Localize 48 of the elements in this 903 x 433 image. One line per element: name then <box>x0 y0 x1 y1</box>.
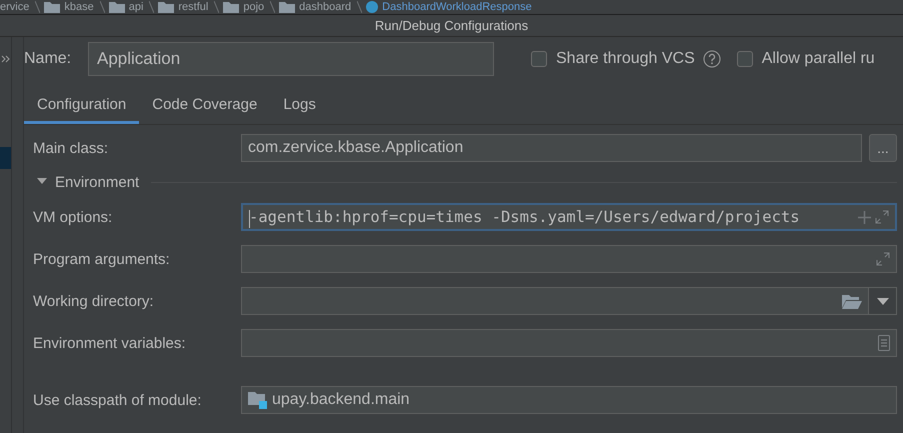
breadcrumb-item[interactable]: DashboardWorkloadResponse <box>382 1 532 13</box>
checkbox-label[interactable]: Share through VCS <box>556 50 695 68</box>
add-icon[interactable] <box>858 210 871 224</box>
separator-icon <box>100 1 105 13</box>
window-title: Run/Debug Configurations <box>374 18 528 33</box>
checkbox[interactable] <box>531 51 547 67</box>
environment-variables-field[interactable] <box>241 329 897 357</box>
breadcrumb-item[interactable]: kbase <box>64 1 94 13</box>
separator-icon <box>35 1 40 13</box>
browse-button[interactable]: ... <box>869 134 897 162</box>
breadcrumb-item[interactable]: api <box>128 1 144 13</box>
field-label: VM options: <box>33 208 114 226</box>
field-label: Program arguments: <box>33 250 171 268</box>
expand-icon[interactable] <box>876 252 890 266</box>
expand-icon[interactable] <box>875 210 889 224</box>
name-label: Name: <box>24 50 72 68</box>
checkbox-label[interactable]: Allow parallel ru <box>762 50 875 68</box>
separator-icon <box>357 1 362 13</box>
breadcrumb-item[interactable]: ervice <box>0 1 30 13</box>
dropdown-button[interactable] <box>868 287 897 315</box>
working-directory-field[interactable] <box>241 287 868 315</box>
name-field[interactable]: Application <box>88 42 494 76</box>
help-icon[interactable] <box>702 50 721 68</box>
field-label: Main class: <box>33 140 110 156</box>
breadcrumb-item[interactable]: pojo <box>243 1 264 13</box>
checkbox[interactable] <box>736 51 753 67</box>
module-icon <box>248 391 268 409</box>
main-class-field[interactable]: com.zervice.kbase.Application <box>241 134 862 162</box>
program-arguments-field[interactable] <box>241 245 897 273</box>
document-icon[interactable] <box>878 335 890 351</box>
caret-icon <box>876 298 888 304</box>
separator-icon <box>149 1 154 13</box>
tab[interactable]: Logs <box>270 88 329 124</box>
breadcrumb-item[interactable]: restful <box>178 1 208 13</box>
tab[interactable]: Configuration <box>24 88 140 124</box>
module-dropdown[interactable]: upay.backend.main <box>241 386 897 414</box>
field-label: Use classpath of module: <box>33 392 202 408</box>
class-icon <box>366 1 378 13</box>
tab[interactable]: Code Coverage <box>139 88 270 124</box>
separator-icon <box>214 1 220 13</box>
separator-icon <box>270 1 276 13</box>
folder-icon[interactable] <box>842 294 862 308</box>
expand-sidebar-icon[interactable] <box>1 55 11 63</box>
field-label: Environment variables: <box>33 334 187 352</box>
field-label: Working directory: <box>33 292 155 310</box>
section-title[interactable]: Environment <box>55 174 140 191</box>
vm-options-field[interactable]: -agentlib:hprof=cpu=times -Dsms.yaml=/Users/edward/projects <box>241 203 897 231</box>
breadcrumb-item[interactable]: dashboard <box>299 1 352 13</box>
